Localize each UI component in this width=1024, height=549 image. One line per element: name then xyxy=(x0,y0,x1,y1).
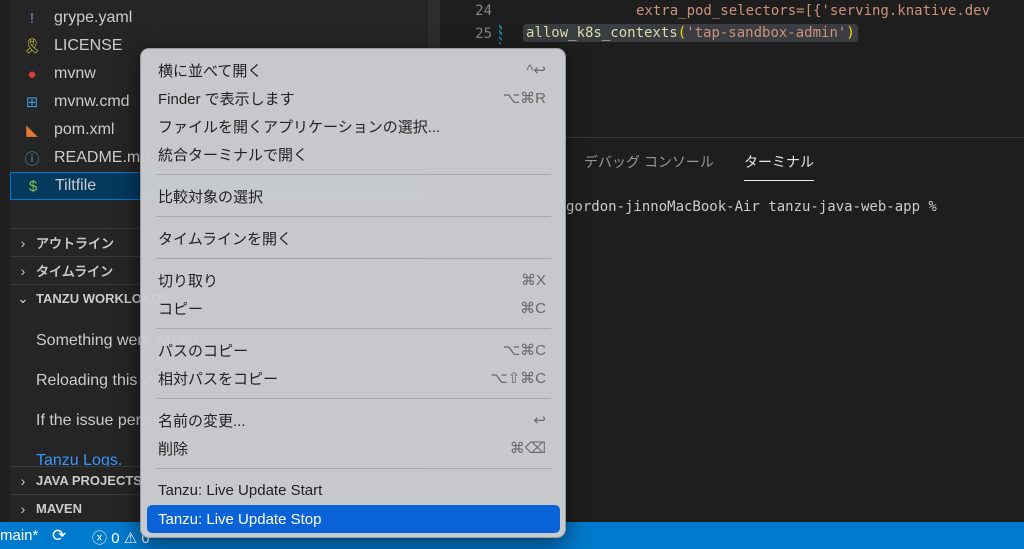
file-name: README.md xyxy=(54,149,150,166)
menu-item-label: パスのコピー xyxy=(158,342,249,360)
menu-item-label: 名前の変更... xyxy=(158,412,246,430)
menu-item-shortcut: ⌘C xyxy=(520,300,546,317)
section-label: JAVA PROJECTS xyxy=(36,473,142,488)
menu-item-label: 削除 xyxy=(158,440,189,458)
section-label: アウトライン xyxy=(36,236,115,251)
file-type-icon: ● xyxy=(27,65,37,83)
file-type-icon: ! xyxy=(29,9,35,27)
menu-item-shortcut: ↩ xyxy=(533,412,546,429)
line-number: 25 xyxy=(475,26,492,42)
menu-item-label: Tanzu: Live Update Start xyxy=(158,481,323,499)
file-name: LICENSE xyxy=(54,37,123,54)
context-menu: 横に並べて開く ^↩ Finder で表示します ⌥⌘R ファイルを開くアプリケーション… xyxy=(140,48,566,538)
chevron-right-icon: › xyxy=(20,500,26,517)
file-type-icon: ◣ xyxy=(26,122,38,139)
menu-item[interactable]: 横に並べて開く ^↩ xyxy=(147,56,560,84)
file-type-icon: ⊞ xyxy=(25,94,39,111)
file-name: mvnw.cmd xyxy=(54,93,130,110)
chevron-down-icon: ⌄ xyxy=(17,290,29,306)
menu-item-label: コピー xyxy=(158,300,204,318)
chevron-right-icon: › xyxy=(20,472,26,489)
file-type-icon: $ xyxy=(28,177,38,195)
menu-separator xyxy=(157,328,551,329)
menu-item[interactable]: 統合ターミナルで開く xyxy=(147,140,560,168)
menu-item-label: 切り取り xyxy=(158,272,219,290)
menu-item[interactable]: タイムラインを開く xyxy=(147,224,560,252)
code-token: ( xyxy=(677,25,687,41)
git-branch[interactable]: main* xyxy=(0,527,38,544)
chevron-right-icon: › xyxy=(20,234,26,251)
menu-item-label: タイムラインを開く xyxy=(158,230,292,248)
line-number: 24 xyxy=(475,3,492,19)
git-change-marker xyxy=(499,24,502,44)
menu-separator xyxy=(157,258,551,259)
menu-item-label: 比較対象の選択 xyxy=(158,188,264,206)
file-name: pom.xml xyxy=(54,121,115,138)
menu-item-label: 相対パスをコピー xyxy=(158,370,279,388)
menu-item-shortcut: ^↩ xyxy=(526,62,546,79)
file-name: Tiltfile xyxy=(55,177,97,194)
menu-item[interactable]: 削除 ⌘⌫ xyxy=(147,434,560,462)
code-line: allow_k8s_contexts('tap-sandbox-admin') xyxy=(523,24,858,42)
warning-icon: ⚠ xyxy=(123,530,138,547)
menu-item[interactable]: ファイルを開くアプリケーションの選択... xyxy=(147,112,560,140)
code-token: ) xyxy=(846,25,855,41)
error-icon: ⓧ xyxy=(92,530,108,547)
activity-gutter xyxy=(0,0,10,522)
menu-item-shortcut: ⌥⌘C xyxy=(502,342,546,359)
menu-item[interactable]: 名前の変更... ↩ xyxy=(147,406,560,434)
file-name: mvnw xyxy=(54,65,96,82)
menu-item-shortcut: ⌘X xyxy=(520,272,546,289)
menu-item[interactable]: Tanzu: Live Update Stop xyxy=(147,505,560,533)
tab-debug-console[interactable]: デバッグ コンソール xyxy=(584,152,714,172)
menu-item[interactable]: Tanzu: Live Update Start xyxy=(147,476,560,504)
code-line: extra_pod_selectors=[{'serving.knative.d… xyxy=(636,3,991,19)
menu-item[interactable]: パスのコピー ⌥⌘C xyxy=(147,336,560,364)
menu-item[interactable]: 切り取り ⌘X xyxy=(147,266,560,294)
menu-item-label: Tanzu: Live Update Stop xyxy=(158,510,322,528)
menu-item-label: Finder で表示します xyxy=(158,90,295,108)
file-type-icon: ⓘ xyxy=(24,150,40,168)
chevron-right-icon: › xyxy=(20,262,26,279)
menu-item-shortcut: ⌥⇧⌘C xyxy=(490,370,546,387)
menu-separator xyxy=(157,468,551,469)
terminal-prompt[interactable]: gordon-jinnoMacBook-Air tanzu-java-web-a… xyxy=(566,199,937,215)
error-count: 0 xyxy=(111,530,120,547)
menu-item[interactable]: Finder で表示します ⌥⌘R xyxy=(147,84,560,112)
tab-terminal[interactable]: ターミナル xyxy=(744,152,814,181)
file-name: grype.yaml xyxy=(54,9,133,26)
file-type-icon: 🎗 xyxy=(22,38,42,55)
menu-item-label: 横に並べて開く xyxy=(158,62,263,80)
code-token: allow_k8s_contexts xyxy=(526,25,678,41)
sync-icon[interactable]: ⟳ xyxy=(52,526,66,546)
file-item[interactable]: ! grype.yaml xyxy=(10,4,430,32)
menu-separator xyxy=(157,398,551,399)
section-label: MAVEN xyxy=(36,501,82,516)
menu-item-label: ファイルを開くアプリケーションの選択... xyxy=(158,118,441,136)
menu-item-shortcut: ⌥⌘R xyxy=(502,90,546,107)
menu-item[interactable]: 相対パスをコピー ⌥⇧⌘C xyxy=(147,364,560,392)
menu-separator xyxy=(157,216,551,217)
menu-item[interactable]: 比較対象の選択 xyxy=(147,182,560,210)
menu-item-shortcut: ⌘⌫ xyxy=(509,440,546,457)
menu-item[interactable]: コピー ⌘C xyxy=(147,294,560,322)
menu-item-label: 統合ターミナルで開く xyxy=(158,146,309,164)
section-label: タイムライン xyxy=(36,264,114,279)
menu-separator xyxy=(157,174,551,175)
code-token: 'tap-sandbox-admin' xyxy=(686,25,847,41)
